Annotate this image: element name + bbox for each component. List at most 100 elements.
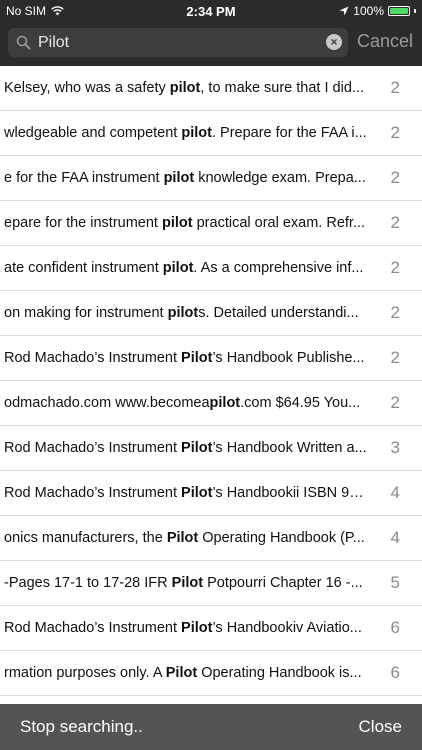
snippet-after: Operating Handbook (P... xyxy=(198,530,365,546)
result-page-number: 2 xyxy=(390,78,400,97)
result-page-number: 2 xyxy=(390,348,400,367)
snippet-match: Pilot xyxy=(181,350,213,366)
result-snippet: Rod Machado’s Instrument Pilot’s Handboo… xyxy=(4,350,368,366)
snippet-match: pilot xyxy=(209,395,241,411)
snippet-match: pilot xyxy=(162,260,194,276)
result-row[interactable]: odmachado.com www.becomeapilot.com $64.9… xyxy=(0,381,422,426)
snippet-match: pilot xyxy=(181,125,212,141)
result-snippet: Kelsey, who was a safety pilot, to make … xyxy=(4,80,368,96)
search-bar[interactable]: × xyxy=(8,28,348,57)
snippet-before: wledgeable and competent xyxy=(4,125,182,141)
result-row[interactable]: Rod Machado’s Instrument Pilot’s Handboo… xyxy=(0,471,422,516)
result-row[interactable]: Rod Machado’s Instrument Pilot’s Handboo… xyxy=(0,426,422,471)
snippet-after: . As a comprehensive inf... xyxy=(193,260,364,276)
snippet-before: Rod Machado’s Instrument xyxy=(4,620,182,636)
close-button[interactable]: Close xyxy=(359,717,402,737)
result-snippet: e for the FAA instrument pilot knowledge… xyxy=(4,170,368,186)
snippet-match: Pilot xyxy=(181,485,213,501)
result-page-number: 2 xyxy=(390,168,400,187)
snippet-before: ate confident instrument xyxy=(4,260,163,276)
snippet-before: Rod Machado’s Instrument xyxy=(4,350,182,366)
location-arrow-icon xyxy=(339,6,349,16)
clear-search-icon[interactable]: × xyxy=(326,34,342,50)
top-bar: No SIM 2:34 PM 100% × Cancel xyxy=(0,0,422,66)
snippet-match: pilot xyxy=(161,215,193,231)
snippet-match: pilot xyxy=(167,305,199,321)
snippet-after: practical oral exam. Refr... xyxy=(192,215,366,231)
result-page-number: 2 xyxy=(390,213,400,232)
snippet-before: Rod Machado’s Instrument xyxy=(4,485,182,501)
result-page-number: 6 xyxy=(390,663,400,682)
result-snippet: Rod Machado’s Instrument Pilot’s Handboo… xyxy=(4,440,368,456)
snippet-before: onics manufacturers, the xyxy=(4,530,167,546)
result-snippet: wledgeable and competent pilot. Prepare … xyxy=(4,125,368,141)
search-icon xyxy=(16,35,31,50)
result-snippet: epare for the instrument pilot practical… xyxy=(4,215,368,231)
snippet-after: , to make sure that I did... xyxy=(200,80,364,96)
snippet-match: Pilot xyxy=(165,665,198,681)
snippet-after: s. Detailed understandi... xyxy=(198,305,359,321)
result-page-number: 4 xyxy=(390,483,400,502)
snippet-after: Operating Handbook is... xyxy=(197,665,362,681)
snippet-before: Rod Machado’s Instrument xyxy=(4,440,182,456)
battery-percent: 100% xyxy=(353,4,384,18)
result-page-number: 2 xyxy=(390,393,400,412)
result-snippet: Rod Machado’s Instrument Pilot’s Handboo… xyxy=(4,620,368,636)
snippet-before: on making for instrument xyxy=(4,305,168,321)
snippet-match: Pilot xyxy=(171,575,204,591)
snippet-match: Pilot xyxy=(181,620,213,636)
snippet-after: . Prepare for the FAA i... xyxy=(211,125,367,141)
snippet-match: Pilot xyxy=(181,440,213,456)
result-snippet: on making for instrument pilots. Detaile… xyxy=(4,305,368,321)
result-snippet: Rod Machado’s Instrument Pilot’s Handboo… xyxy=(4,485,368,501)
snippet-before: e for the FAA instrument xyxy=(4,170,164,186)
result-page-number: 2 xyxy=(390,258,400,277)
status-right: 100% xyxy=(339,4,416,18)
cancel-button[interactable]: Cancel xyxy=(357,31,413,52)
snippet-after: ’s Handbook Written a... xyxy=(212,440,367,456)
result-page-number: 6 xyxy=(390,618,400,637)
result-row[interactable]: ate confident instrument pilot. As a com… xyxy=(0,246,422,291)
result-row[interactable]: epare for the instrument pilot practical… xyxy=(0,201,422,246)
bottom-bar: Stop searching.. Close xyxy=(0,704,422,750)
result-snippet: rmation purposes only. A Pilot Operating… xyxy=(4,665,368,681)
stop-searching-button[interactable]: Stop searching.. xyxy=(20,717,143,737)
result-row[interactable]: Rod Machado’s Instrument Pilot’s Handboo… xyxy=(0,606,422,651)
snippet-match: pilot xyxy=(169,80,201,96)
result-snippet: ate confident instrument pilot. As a com… xyxy=(4,260,368,276)
result-row[interactable]: rmation purposes only. A Pilot Operating… xyxy=(0,651,422,696)
result-page-number: 2 xyxy=(390,123,400,142)
result-row[interactable]: wledgeable and competent pilot. Prepare … xyxy=(0,111,422,156)
result-page-number: 2 xyxy=(390,303,400,322)
result-row[interactable]: on making for instrument pilots. Detaile… xyxy=(0,291,422,336)
result-row[interactable]: e for the FAA instrument pilot knowledge… xyxy=(0,156,422,201)
snippet-after: .com $64.95 You... xyxy=(240,395,361,411)
result-page-number: 5 xyxy=(390,573,400,592)
result-snippet: onics manufacturers, the Pilot Operating… xyxy=(4,530,368,546)
result-row[interactable]: onics manufacturers, the Pilot Operating… xyxy=(0,516,422,561)
battery-tip xyxy=(414,9,416,13)
snippet-after: Potpourri Chapter 16 -... xyxy=(203,575,363,591)
snippet-before: -Pages 17-1 to 17-28 IFR xyxy=(4,575,172,591)
result-page-number: 4 xyxy=(390,528,400,547)
result-page-number: 3 xyxy=(390,438,400,457)
snippet-match: Pilot xyxy=(166,530,199,546)
snippet-after: ’s Handbookiv Aviatio... xyxy=(212,620,362,636)
result-snippet: odmachado.com www.becomeapilot.com $64.9… xyxy=(4,395,368,411)
snippet-before: odmachado.com www.becomea xyxy=(4,395,210,411)
snippet-before: rmation purposes only. A xyxy=(4,665,166,681)
snippet-before: Kelsey, who was a safety xyxy=(4,80,170,96)
search-input[interactable] xyxy=(38,31,318,54)
result-row[interactable]: -Pages 17-1 to 17-28 IFR Pilot Potpourri… xyxy=(0,561,422,606)
snippet-after: ’s Handbook Publishe... xyxy=(212,350,365,366)
battery-icon xyxy=(388,6,410,16)
status-bar: No SIM 2:34 PM 100% xyxy=(0,0,422,22)
result-row[interactable]: Rod Machado’s Instrument Pilot’s Handboo… xyxy=(0,336,422,381)
result-snippet: -Pages 17-1 to 17-28 IFR Pilot Potpourri… xyxy=(4,575,368,591)
snippet-after: knowledge exam. Prepa... xyxy=(194,170,366,186)
snippet-match: pilot xyxy=(163,170,195,186)
result-row[interactable]: Kelsey, who was a safety pilot, to make … xyxy=(0,66,422,111)
snippet-before: epare for the instrument xyxy=(4,215,162,231)
search-results-list: Kelsey, who was a safety pilot, to make … xyxy=(0,66,422,696)
snippet-after: ’s Handbookii ISBN 97... xyxy=(212,485,368,501)
